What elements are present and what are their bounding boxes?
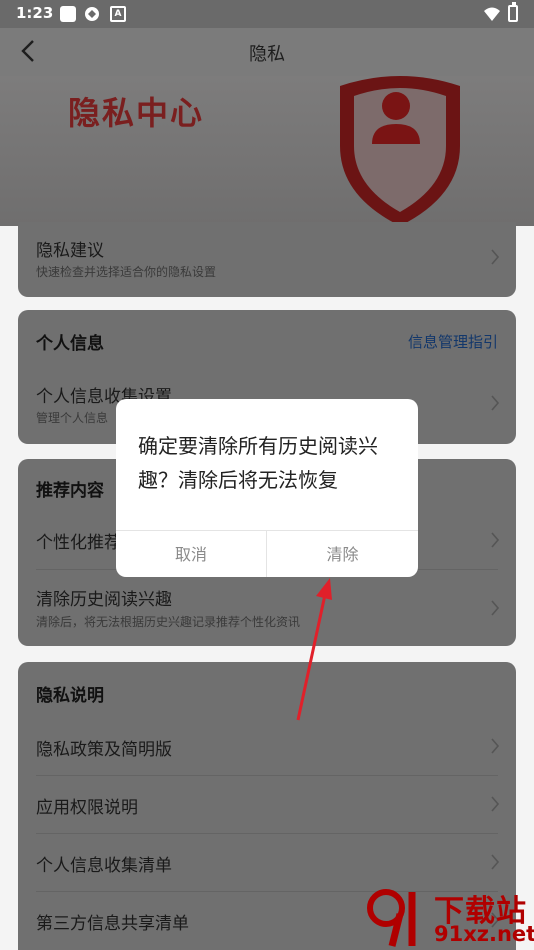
watermark-logo-icon bbox=[367, 889, 416, 947]
chevron-right-icon bbox=[491, 738, 500, 754]
dialog-actions: 取消 清除 bbox=[116, 530, 418, 577]
row-subtitle: 管理个人信息 bbox=[36, 411, 109, 425]
clear-confirm-button[interactable]: 清除 bbox=[267, 531, 418, 577]
keyboard-icon: A bbox=[110, 6, 126, 22]
navigation-bar: 隐私 bbox=[0, 28, 534, 76]
cancel-button[interactable]: 取消 bbox=[116, 531, 267, 577]
app-notification-icon bbox=[85, 7, 99, 21]
chevron-right-icon bbox=[491, 532, 500, 548]
row-title: 清除历史阅读兴趣 bbox=[36, 590, 172, 610]
chevron-right-icon bbox=[491, 854, 500, 870]
recommend-section-title: 推荐内容 bbox=[36, 481, 104, 501]
status-bar: 1:23 A bbox=[0, 0, 534, 28]
privacy-notes-section-title: 隐私说明 bbox=[36, 686, 104, 706]
row-subtitle: 清除后，将无法根据历史兴趣记录推荐个性化资讯 bbox=[36, 615, 301, 629]
banner-title: 隐私中心 bbox=[68, 94, 205, 132]
watermark-url: 91xz.net bbox=[434, 922, 534, 946]
row-title: 应用权限说明 bbox=[36, 798, 138, 818]
notification-icon bbox=[60, 6, 76, 22]
personal-info-section-title: 个人信息 bbox=[36, 334, 104, 354]
row-title: 第三方信息共享清单 bbox=[36, 914, 189, 934]
clear-reading-interest-row[interactable]: 清除历史阅读兴趣 清除后，将无法根据历史兴趣记录推荐个性化资讯 bbox=[18, 573, 516, 643]
chevron-right-icon bbox=[491, 600, 500, 616]
privacy-suggestion-title: 隐私建议 bbox=[36, 241, 104, 261]
privacy-suggestion-subtitle: 快速检查并选择适合你的隐私设置 bbox=[36, 265, 217, 279]
chevron-right-icon bbox=[491, 249, 500, 265]
chevron-right-icon bbox=[491, 395, 500, 411]
app-permissions-row[interactable]: 应用权限说明 bbox=[18, 775, 516, 833]
chevron-right-icon bbox=[491, 796, 500, 812]
row-title: 个人信息收集清单 bbox=[36, 856, 172, 876]
row-title: 隐私政策及简明版 bbox=[36, 740, 172, 760]
battery-icon bbox=[508, 2, 518, 22]
site-watermark: 下载站 91xz.net bbox=[360, 880, 534, 950]
annotation-arrow-icon bbox=[296, 578, 332, 721]
page-title: 隐私 bbox=[249, 44, 285, 65]
privacy-policy-row[interactable]: 隐私政策及简明版 bbox=[18, 717, 516, 775]
privacy-center-banner: 隐私中心 bbox=[0, 76, 534, 226]
dialog-message: 确定要清除所有历史阅读兴趣？清除后将无法恢复 bbox=[138, 434, 378, 492]
clear-history-confirm-dialog: 确定要清除所有历史阅读兴趣？清除后将无法恢复 取消 清除 bbox=[116, 399, 418, 577]
privacy-suggestion-card[interactable]: 隐私建议 快速检查并选择适合你的隐私设置 bbox=[18, 222, 516, 297]
wifi-icon bbox=[484, 7, 500, 21]
shield-person-icon bbox=[340, 76, 460, 226]
info-management-guide-link[interactable]: 信息管理指引 bbox=[408, 331, 498, 352]
status-time: 1:23 bbox=[16, 4, 54, 22]
row-title: 个性化推荐 bbox=[36, 533, 121, 553]
